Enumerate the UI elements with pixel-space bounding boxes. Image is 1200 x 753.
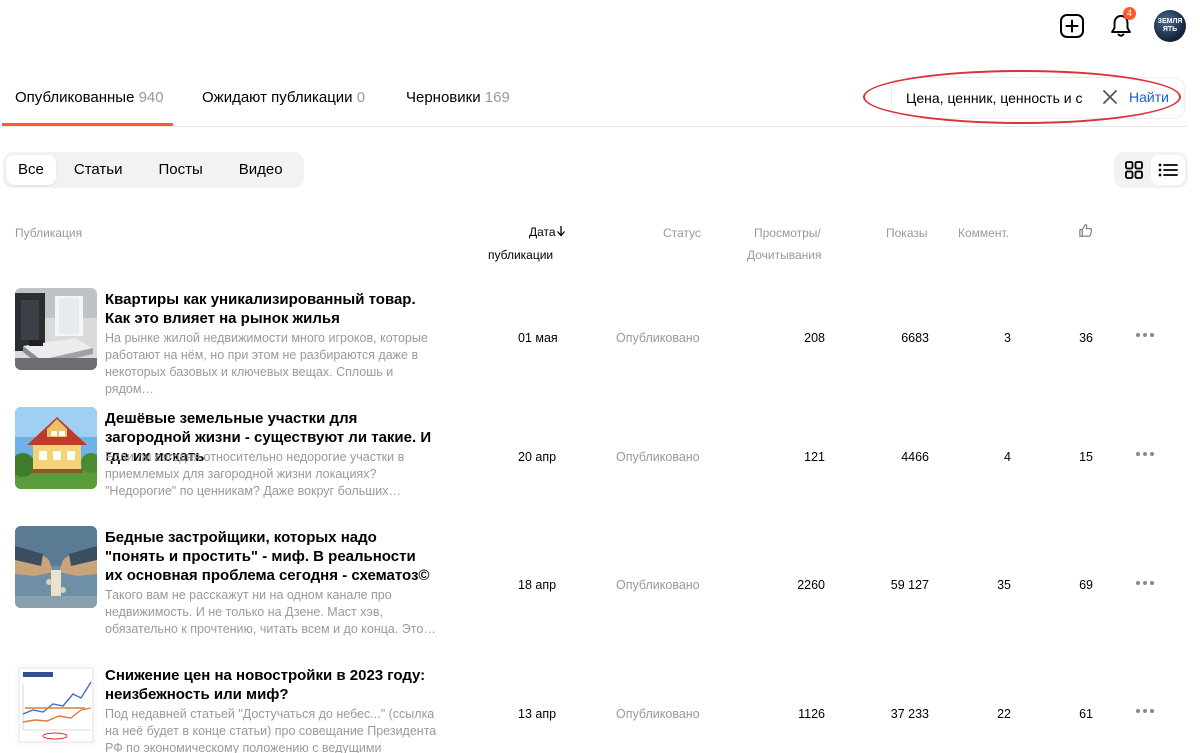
likes-count: 69	[1079, 578, 1093, 592]
more-options-button[interactable]	[1136, 578, 1158, 588]
tab-pending[interactable]: Ожидают публикации 0	[202, 89, 365, 106]
dot-icon	[1136, 709, 1140, 713]
tab-count: 940	[138, 89, 164, 106]
dot-icon	[1150, 581, 1154, 585]
comments-count: 4	[1004, 450, 1011, 464]
dot-icon	[1143, 452, 1147, 456]
publication-description: На рынке жилой недвижимости много игроко…	[105, 331, 428, 396]
tab-count: 0	[356, 89, 366, 106]
tab-label: Черновики	[406, 89, 481, 106]
comments-count: 35	[997, 578, 1011, 592]
column-date-label: Дата	[529, 225, 556, 239]
publication-description: Такого вам не расскажут ни на одном кана…	[105, 588, 436, 636]
notification-count-badge: 4	[1123, 7, 1136, 20]
avatar[interactable]: ЗЕМЛЯ ЯТЬ	[1154, 10, 1186, 42]
column-publication: Публикация	[15, 226, 83, 240]
more-options-button[interactable]	[1136, 449, 1158, 459]
avatar-text-line1: ЗЕМЛЯ	[1157, 18, 1183, 25]
column-reads: Дочитывания	[747, 248, 822, 262]
grid-view-button[interactable]	[1117, 155, 1151, 185]
search-button[interactable]: Найти	[1129, 89, 1169, 105]
filter-articles[interactable]: Статьи	[56, 155, 141, 185]
publication-thumbnail[interactable]	[15, 288, 97, 370]
column-date-sort[interactable]: Дата	[529, 225, 566, 239]
grid-icon	[1125, 161, 1143, 179]
column-comments: Коммент.	[958, 226, 1009, 240]
dot-icon	[1150, 452, 1154, 456]
filter-all[interactable]: Все	[6, 155, 56, 185]
publication-thumbnail[interactable]	[15, 526, 97, 608]
publication-description: Если ли сегодня относительно недорогие у…	[105, 450, 405, 498]
active-tab-indicator	[2, 123, 173, 126]
list-view-button[interactable]	[1151, 155, 1185, 185]
dot-icon	[1136, 333, 1140, 337]
views-count: 2260	[797, 578, 825, 592]
views-count: 121	[804, 450, 825, 464]
publication-date: 01 мая	[518, 331, 558, 345]
publication-title[interactable]: Квартиры как уникализированный товар. Ка…	[105, 290, 435, 328]
more-options-button[interactable]	[1136, 706, 1158, 716]
tab-count: 169	[484, 89, 510, 106]
comments-count: 22	[997, 707, 1011, 721]
tab-label: Ожидают публикации	[202, 89, 353, 106]
impressions-count: 6683	[901, 331, 929, 345]
publication-thumbnail[interactable]	[15, 407, 97, 489]
header-actions: 4 ЗЕМЛЯ ЯТЬ	[1056, 7, 1186, 42]
content-type-filter: Все Статьи Посты Видео	[3, 152, 304, 188]
comments-count: 3	[1004, 331, 1011, 345]
publication-thumbnail[interactable]	[15, 664, 97, 746]
dot-icon	[1136, 581, 1140, 585]
view-toggle	[1114, 152, 1188, 188]
close-icon[interactable]	[1101, 88, 1119, 106]
bedroom-image	[15, 288, 97, 370]
status-badge: Опубликовано	[616, 331, 700, 345]
impressions-count: 4466	[901, 450, 929, 464]
more-options-button[interactable]	[1136, 330, 1158, 340]
impressions-count: 59 127	[890, 578, 929, 592]
status-badge: Опубликовано	[616, 578, 700, 592]
views-count: 1126	[798, 707, 825, 721]
publication-title[interactable]: Снижение цен на новостройки в 2023 году:…	[105, 666, 435, 704]
notifications-button[interactable]: 4	[1105, 7, 1137, 42]
price-chart-image	[15, 664, 97, 746]
dot-icon	[1136, 452, 1140, 456]
list-icon	[1158, 163, 1178, 177]
avatar-text-line2: ЯТЬ	[1162, 26, 1178, 33]
column-date-label-2: публикации	[488, 248, 554, 262]
impressions-count: 37 233	[890, 707, 929, 721]
dot-icon	[1143, 581, 1147, 585]
column-views: Просмотры/	[754, 226, 821, 240]
views-count: 208	[804, 331, 825, 345]
publication-date: 18 апр	[518, 578, 557, 592]
thumbs-up-icon	[1079, 224, 1093, 237]
likes-count: 61	[1079, 707, 1093, 721]
column-impressions: Показы	[886, 226, 928, 240]
tab-drafts[interactable]: Черновики 169	[406, 89, 510, 106]
dot-icon	[1150, 709, 1154, 713]
publication-description: Под недавней статьей "Достучаться до неб…	[105, 707, 437, 753]
search-input[interactable]	[906, 90, 1083, 106]
dot-icon	[1143, 333, 1147, 337]
tab-published[interactable]: Опубликованные 940	[15, 89, 164, 106]
likes-count: 36	[1079, 331, 1093, 345]
status-badge: Опубликовано	[616, 450, 700, 464]
column-status: Статус	[663, 226, 701, 240]
search-box: Найти	[892, 78, 1184, 118]
status-badge: Опубликовано	[616, 707, 700, 721]
publication-date: 20 апр	[518, 450, 557, 464]
add-publication-button[interactable]	[1056, 10, 1088, 42]
likes-count: 15	[1079, 450, 1093, 464]
publication-title[interactable]: Бедные застройщики, которых надо "понять…	[105, 528, 435, 585]
plus-square-icon	[1060, 14, 1084, 38]
dot-icon	[1143, 709, 1147, 713]
filter-posts[interactable]: Посты	[140, 155, 220, 185]
hands-money-image	[15, 526, 97, 608]
publication-date: 13 апр	[518, 707, 557, 721]
tab-label: Опубликованные	[15, 89, 135, 106]
arrow-down-icon	[556, 226, 565, 237]
dot-icon	[1150, 333, 1154, 337]
filter-video[interactable]: Видео	[221, 155, 301, 185]
house-image	[15, 407, 97, 489]
